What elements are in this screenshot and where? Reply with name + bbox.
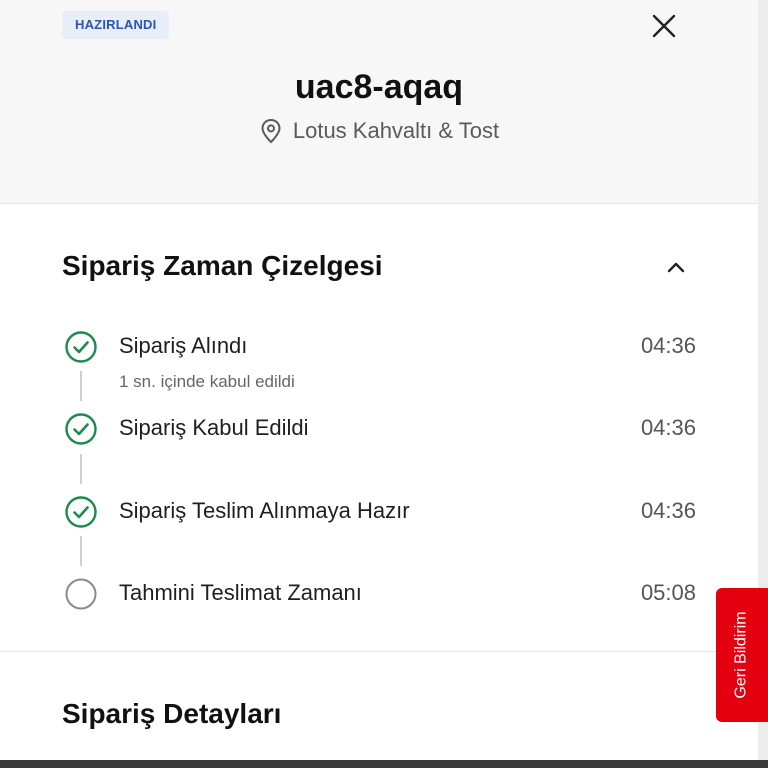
order-detail-panel: HAZIRLANDI uac8-aqaq Lotus Kahvaltı & To… <box>0 0 758 760</box>
timeline-step: Tahmini Teslimat Zamanı 05:08 <box>62 575 702 615</box>
timeline-step-subtext: 1 sn. içinde kabul edildi <box>119 372 295 391</box>
details-section-title[interactable]: Sipariş Detayları <box>62 698 281 730</box>
pending-circle-icon <box>65 578 97 610</box>
timeline-connector <box>80 536 82 566</box>
feedback-button[interactable]: Geri Bildirim <box>716 588 768 722</box>
check-circle-icon <box>65 331 97 363</box>
timeline-step: Sipariş Alındı 04:36 1 sn. içinde kabul … <box>62 328 702 391</box>
order-header: HAZIRLANDI uac8-aqaq Lotus Kahvaltı & To… <box>0 0 758 204</box>
timeline-step-time: 04:36 <box>640 333 696 358</box>
section-divider <box>0 651 758 652</box>
timeline-step: Sipariş Kabul Edildi 04:36 <box>62 410 702 450</box>
timeline-section-title: Sipariş Zaman Çizelgesi <box>62 250 383 281</box>
check-circle-icon <box>65 413 97 445</box>
timeline-step-time: 04:36 <box>640 415 696 440</box>
timeline-step-label: Sipariş Teslim Alınmaya Hazır <box>119 498 410 523</box>
timeline-step-label: Sipariş Alındı <box>119 333 248 358</box>
status-badge: HAZIRLANDI <box>62 11 170 39</box>
check-circle-icon <box>65 496 97 528</box>
close-icon <box>652 14 676 38</box>
timeline-step-time: 04:36 <box>640 498 696 523</box>
timeline-step-time: 05:08 <box>640 580 696 605</box>
timeline-step-label: Tahmini Teslimat Zamanı <box>119 580 362 605</box>
location-pin-icon <box>261 118 281 144</box>
timeline-connector <box>80 371 82 401</box>
store-info: Lotus Kahvaltı & Tost <box>0 118 758 144</box>
collapse-timeline-button[interactable] <box>660 253 692 281</box>
timeline-step: Sipariş Teslim Alınmaya Hazır 04:36 <box>62 493 702 533</box>
chevron-up-icon <box>667 262 685 273</box>
close-button[interactable] <box>648 10 680 42</box>
order-code: uac8-aqaq <box>294 68 464 106</box>
timeline-connector <box>80 454 82 484</box>
timeline-step-label: Sipariş Kabul Edildi <box>119 415 309 440</box>
bottom-bar <box>0 760 768 768</box>
store-name: Lotus Kahvaltı & Tost <box>292 118 500 143</box>
feedback-label: Geri Bildirim <box>733 611 750 699</box>
